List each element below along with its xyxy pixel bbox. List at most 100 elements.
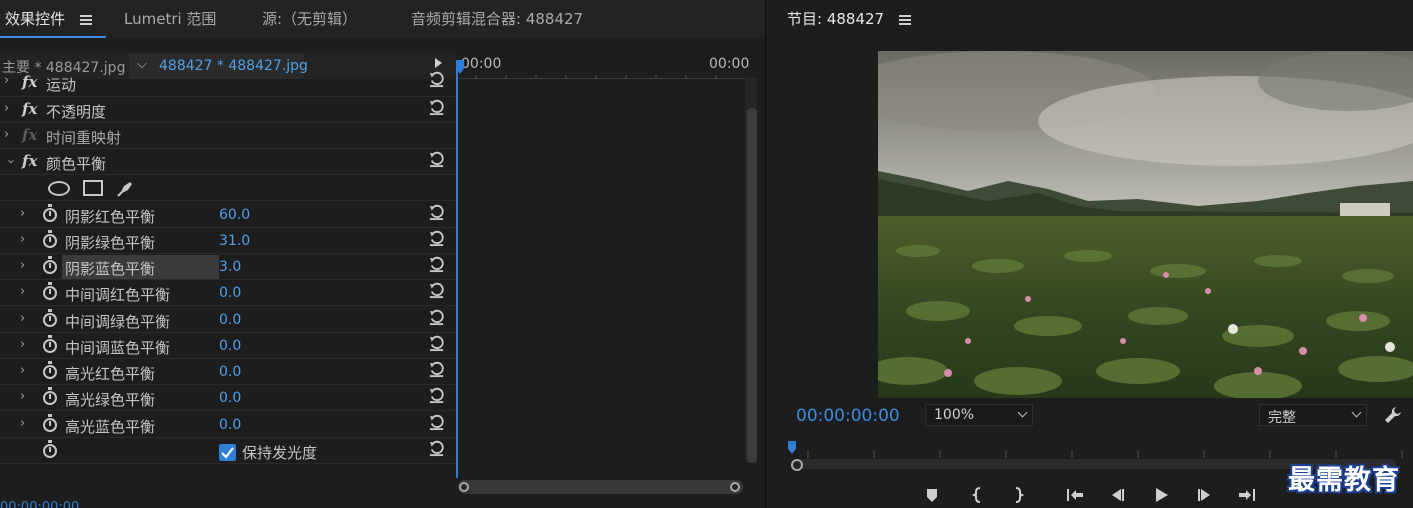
stopwatch-icon[interactable] <box>43 335 57 353</box>
reset-icon[interactable] <box>428 256 445 273</box>
timeline-start-label: 00:00 <box>461 56 502 72</box>
reset-icon[interactable] <box>428 387 445 404</box>
program-monitor-tab[interactable]: 节目: 488427 <box>787 8 911 29</box>
param-row[interactable]: › 高光蓝色平衡 0.0 <box>0 412 456 438</box>
reset-icon[interactable] <box>428 151 445 168</box>
param-row[interactable]: › 中间调红色平衡 0.0 <box>0 280 456 306</box>
twirl-right-icon[interactable]: › <box>20 311 25 326</box>
stopwatch-icon[interactable] <box>43 387 57 405</box>
fx-badge-icon[interactable]: fx <box>22 100 37 118</box>
effect-timeline-playhead[interactable] <box>456 60 458 478</box>
effect-row-opacity[interactable]: › fx 不透明度 <box>0 97 456 123</box>
go-to-in-icon[interactable] <box>1064 485 1086 505</box>
reset-icon[interactable] <box>428 440 445 457</box>
param-row[interactable]: › 阴影绿色平衡 31.0 <box>0 228 456 254</box>
twirl-right-icon[interactable]: › <box>4 73 9 88</box>
param-row[interactable]: › 中间调绿色平衡 0.0 <box>0 307 456 333</box>
program-time-ruler[interactable] <box>788 440 1413 458</box>
program-video-frame[interactable] <box>878 51 1413 398</box>
twirl-right-icon[interactable]: › <box>4 101 9 116</box>
stopwatch-icon[interactable] <box>43 282 57 300</box>
reset-icon[interactable] <box>428 335 445 352</box>
zoom-level-dropdown[interactable]: 100% <box>925 404 1033 426</box>
preserve-luminosity-row[interactable]: 保持发光度 <box>0 438 456 464</box>
zoom-handle-right[interactable] <box>730 482 740 492</box>
param-value[interactable]: 0.0 <box>219 364 241 380</box>
reset-icon[interactable] <box>428 230 445 247</box>
param-row[interactable]: › 中间调蓝色平衡 0.0 <box>0 333 456 359</box>
stopwatch-icon[interactable] <box>43 440 57 458</box>
twirl-right-icon[interactable]: › <box>20 389 25 404</box>
rectangle-mask-icon[interactable] <box>83 180 103 196</box>
param-name: 中间调绿色平衡 <box>65 313 171 331</box>
reset-icon[interactable] <box>428 282 445 299</box>
stopwatch-icon[interactable] <box>43 309 57 327</box>
twirl-right-icon[interactable]: › <box>20 232 25 247</box>
vertical-scrollbar-thumb[interactable] <box>747 108 757 463</box>
twirl-right-icon[interactable]: › <box>20 337 25 352</box>
playhead-timecode[interactable]: 00:00:00:00 <box>796 406 900 426</box>
param-value[interactable]: 31.0 <box>219 233 250 249</box>
stopwatch-icon[interactable] <box>43 204 57 222</box>
effect-row-motion[interactable]: › fx 运动 <box>0 71 456 97</box>
twirl-right-icon[interactable]: › <box>20 206 25 221</box>
pen-mask-icon[interactable] <box>116 178 136 198</box>
effect-timeline-ruler[interactable]: 00:00 00:00 <box>456 53 756 79</box>
tab-audio-clip-mixer[interactable]: 音频剪辑混合器: 488427 <box>411 8 583 29</box>
stopwatch-icon[interactable] <box>43 256 57 274</box>
preserve-luminosity-checkbox[interactable] <box>219 444 236 461</box>
twirl-right-icon[interactable]: › <box>20 258 25 273</box>
reset-icon[interactable] <box>428 204 445 221</box>
tab-source[interactable]: 源:（无剪辑） <box>262 8 357 29</box>
param-value[interactable]: 0.0 <box>219 417 241 433</box>
param-value[interactable]: 60.0 <box>219 207 250 223</box>
param-row[interactable]: › 高光红色平衡 0.0 <box>0 359 456 385</box>
reset-icon[interactable] <box>428 99 445 116</box>
step-forward-icon[interactable] <box>1194 485 1216 505</box>
param-value[interactable]: 3.0 <box>219 259 241 275</box>
effect-row-time-remapping[interactable]: › fx 时间重映射 <box>0 123 456 149</box>
timeline-zoom-scrollbar[interactable] <box>458 480 743 494</box>
twirl-down-icon[interactable]: › <box>3 159 18 164</box>
mark-out-icon[interactable] <box>1007 485 1029 505</box>
playback-resolution-dropdown[interactable]: 完整 <box>1259 404 1367 426</box>
fx-badge-icon[interactable]: fx <box>22 152 37 170</box>
play-icon[interactable] <box>1150 485 1172 505</box>
zoom-handle-left[interactable] <box>791 459 803 471</box>
wrench-icon[interactable] <box>1383 405 1403 425</box>
tab-effect-controls[interactable]: 效果控件 <box>5 8 92 29</box>
twirl-right-icon[interactable]: › <box>4 127 9 142</box>
param-row[interactable]: › 高光绿色平衡 0.0 <box>0 385 456 411</box>
hamburger-icon[interactable] <box>898 13 911 27</box>
reset-icon[interactable] <box>428 361 445 378</box>
reset-icon[interactable] <box>428 414 445 431</box>
effect-row-color-balance[interactable]: › fx 颜色平衡 <box>0 149 456 175</box>
param-value[interactable]: 0.0 <box>219 312 241 328</box>
step-back-icon[interactable] <box>1106 485 1128 505</box>
chevron-down-icon <box>1351 407 1362 418</box>
show-timeline-toggle-icon[interactable] <box>435 58 442 68</box>
param-value[interactable]: 0.0 <box>219 338 241 354</box>
mark-in-icon[interactable] <box>967 485 989 505</box>
twirl-right-icon[interactable]: › <box>20 416 25 431</box>
tab-lumetri-scopes[interactable]: Lumetri 范围 <box>124 8 216 29</box>
param-value[interactable]: 0.0 <box>219 390 241 406</box>
hamburger-icon[interactable] <box>79 13 92 27</box>
stopwatch-icon[interactable] <box>43 230 57 248</box>
go-to-out-icon[interactable] <box>1236 485 1258 505</box>
effect-controls-timecode[interactable]: 00:00:00:00 <box>0 500 79 508</box>
twirl-right-icon[interactable]: › <box>20 363 25 378</box>
reset-icon[interactable] <box>428 309 445 326</box>
add-marker-icon[interactable] <box>921 485 943 505</box>
stopwatch-icon[interactable] <box>43 414 57 432</box>
playback-resolution-value: 完整 <box>1268 410 1296 426</box>
reset-icon[interactable] <box>428 71 445 88</box>
ellipse-mask-icon[interactable] <box>48 181 70 196</box>
param-row[interactable]: › 阴影红色平衡 60.0 <box>0 202 456 228</box>
param-value[interactable]: 0.0 <box>219 285 241 301</box>
zoom-handle-left[interactable] <box>459 482 469 492</box>
param-row[interactable]: › 阴影蓝色平衡 3.0 <box>0 254 456 280</box>
stopwatch-icon[interactable] <box>43 361 57 379</box>
twirl-right-icon[interactable]: › <box>20 284 25 299</box>
fx-badge-icon[interactable]: fx <box>22 73 37 91</box>
